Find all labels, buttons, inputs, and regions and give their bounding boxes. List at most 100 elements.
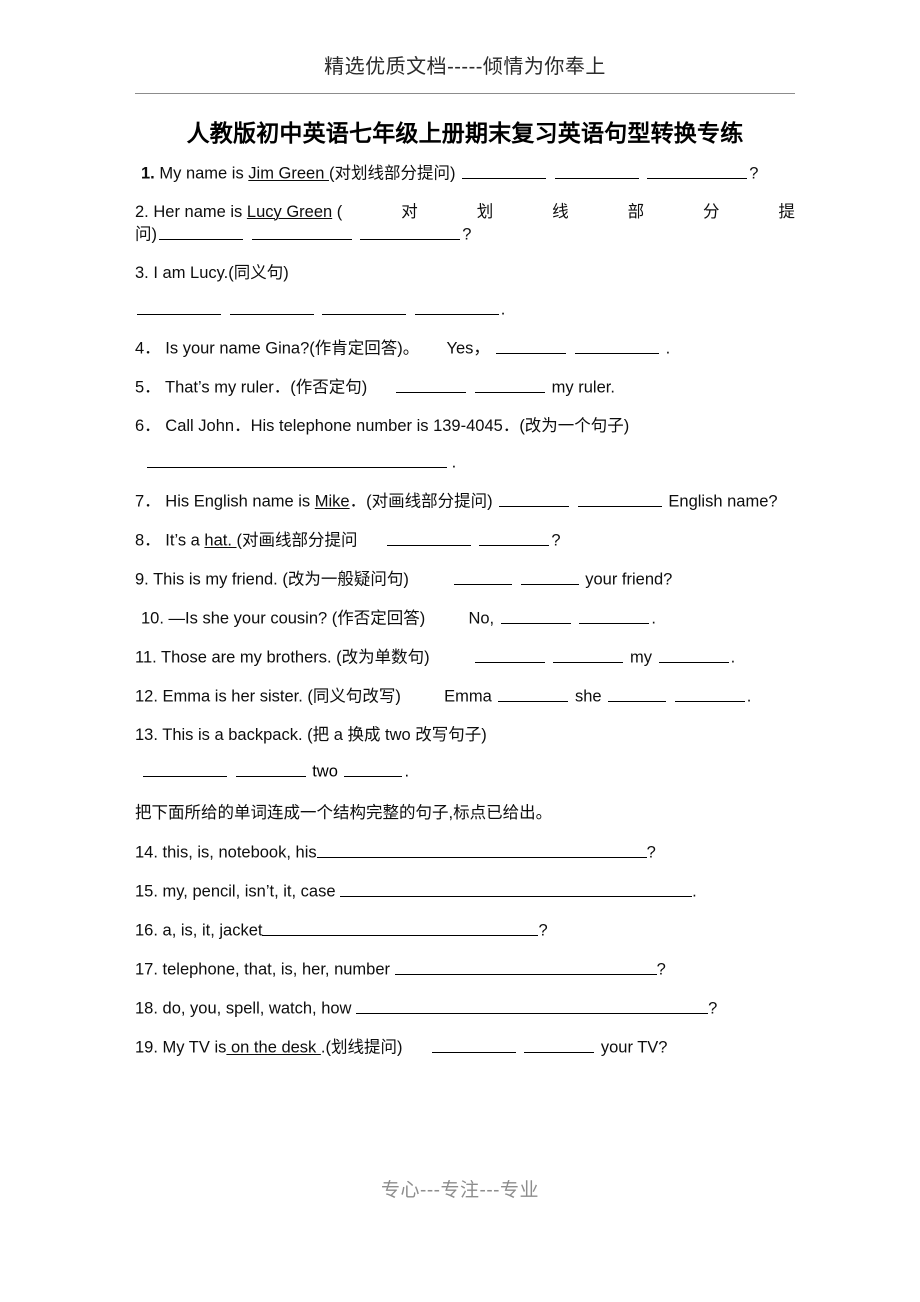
question-item-5: 5． That’s my ruler．(作否定句) my ruler. [135,376,795,399]
justified-line: 2. Her name is Lucy Green ( 对 划 线 部 分 提 [135,201,795,223]
question-number: 5． [135,378,161,397]
answer-end: . [500,301,506,320]
answer-blank[interactable] [262,919,539,936]
question-item-17: 17. telephone, that, is, her, number ? [135,958,795,981]
question-text: His English name is [165,493,315,512]
answer-end: . [665,340,671,359]
answer-blank[interactable] [137,298,221,316]
watermark-footer: 专心---专注---专业 [381,1180,539,1201]
question-text: I am Lucy.(同义句) [153,264,289,283]
question-text: Her name is [153,202,247,221]
hint-char: 部 [627,202,645,221]
answer-blank[interactable] [360,223,461,240]
answer-blank[interactable] [575,337,660,355]
answer-blank[interactable] [340,880,693,897]
question-text: Is your name Gina?(作肯定回答)。 [165,340,420,359]
answer-blank[interactable] [414,298,499,316]
question-hint: (对画线部分提问 [236,532,358,551]
question-item-8: 8． It’s a hat. (对画线部分提问 ? [135,529,795,552]
answer-blank[interactable] [554,162,639,179]
watermark-header: 精选优质文档-----倾情为你奉上 [324,56,606,78]
answer-blank[interactable] [524,1036,595,1053]
answer-blank[interactable] [394,958,657,975]
question-number: 13. [135,726,158,745]
question-number: 14. [135,843,158,862]
answer-blank[interactable] [496,337,567,355]
question-text: My name is [159,164,249,183]
answer-end: . [451,454,457,473]
question-text: This is my friend. (改为一般疑问句) [153,570,409,589]
question-number: 8． [135,532,161,551]
answer-blank[interactable] [386,529,471,547]
answer-blank[interactable] [579,607,650,624]
answer-blank[interactable] [500,607,571,624]
answer-end: . [404,762,410,781]
question-number: 7． [135,493,161,512]
question-item-10: 10. —Is she your cousin? (作否定回答) No, . [135,607,795,630]
question-number: 4． [135,340,161,359]
answer-end: . [651,609,656,628]
answer-blank[interactable] [577,490,662,508]
answer-end: . [730,648,736,667]
question-item-18: 18. do, you, spell, watch, how ? [135,997,795,1020]
answer-line-3: . [135,298,795,321]
answer-blank[interactable] [474,646,545,663]
hint-char: 分 [703,202,720,221]
question-hint: .(划线提问) [320,1038,403,1057]
answer-blank[interactable] [344,760,403,777]
answer-blank[interactable] [159,223,243,240]
question-item-3: 3. I am Lucy.(同义句) [135,262,795,284]
question-number: 11. [135,648,157,667]
answer-blank[interactable] [674,685,745,702]
answer-blank[interactable] [647,162,748,179]
answer-blank[interactable] [520,568,579,585]
answer-blank[interactable] [479,529,550,547]
question-item-14: 14. this, is, notebook, his? [135,841,795,864]
question-number: 2. [135,202,149,221]
page-title: 人教版初中英语七年级上册期末复习英语句型转换专练 [186,120,744,147]
question-trailing: ? [656,960,666,979]
answer-prefix: No, [468,609,495,628]
answer-blank[interactable] [147,451,447,469]
question-trailing: ? [646,843,656,862]
question-hint: 问) [135,225,157,244]
question-item-11: 11. Those are my brothers. (改为单数句) my . [135,646,795,669]
question-hint: ．(对画线部分提问) [349,493,493,512]
answer-blank[interactable] [658,646,729,663]
answer-blank[interactable] [316,841,647,858]
question-text: Call John．His telephone number is 139-40… [165,417,630,436]
answer-blank[interactable] [235,760,306,777]
hint-char: 线 [552,202,569,221]
answer-blank[interactable] [608,685,667,702]
question-number: 15. [135,882,158,901]
underlined-phrase: Lucy Green [246,202,333,221]
question-number: 18. [135,999,158,1018]
question-text: this, is, notebook, his [162,843,317,862]
section-instruction: 把下面所给的单词连成一个结构完整的句子,标点已给出。 [135,804,553,823]
answer-blank[interactable] [462,162,547,179]
question-number: 9. [135,570,149,589]
answer-blank[interactable] [475,376,546,393]
answer-blank[interactable] [322,298,407,316]
answer-blank[interactable] [356,997,709,1014]
underlined-phrase: on the desk [226,1038,321,1057]
answer-blank[interactable] [396,376,467,393]
question-text: This is a backpack. (把 a 换成 two 改写句子) [162,726,487,745]
answer-blank[interactable] [553,646,624,663]
answer-suffix: your TV? [600,1038,668,1057]
answer-blank[interactable] [143,760,227,777]
answer-blank[interactable] [454,568,513,585]
answer-blank[interactable] [499,490,570,508]
answer-blank[interactable] [431,1036,516,1053]
answer-blank[interactable] [229,298,314,316]
question-item-2: 2. Her name is Lucy Green ( 对 划 线 部 分 提 … [135,201,795,246]
question-trailing: ? [708,999,718,1018]
question-item-7: 7． His English name is Mike．(对画线部分提问) En… [135,490,795,513]
answer-blank[interactable] [498,685,569,702]
question-list: 1. My name is Jim Green (对划线部分提问) ? 2. H… [135,162,795,1059]
answer-blank[interactable] [251,223,352,240]
question-text: Those are my brothers. (改为单数句) [161,648,430,667]
answer-end: . [746,687,752,706]
question-item-12: 12. Emma is her sister. (同义句改写) Emma she… [135,685,795,708]
answer-prefix: Yes， [446,340,490,359]
